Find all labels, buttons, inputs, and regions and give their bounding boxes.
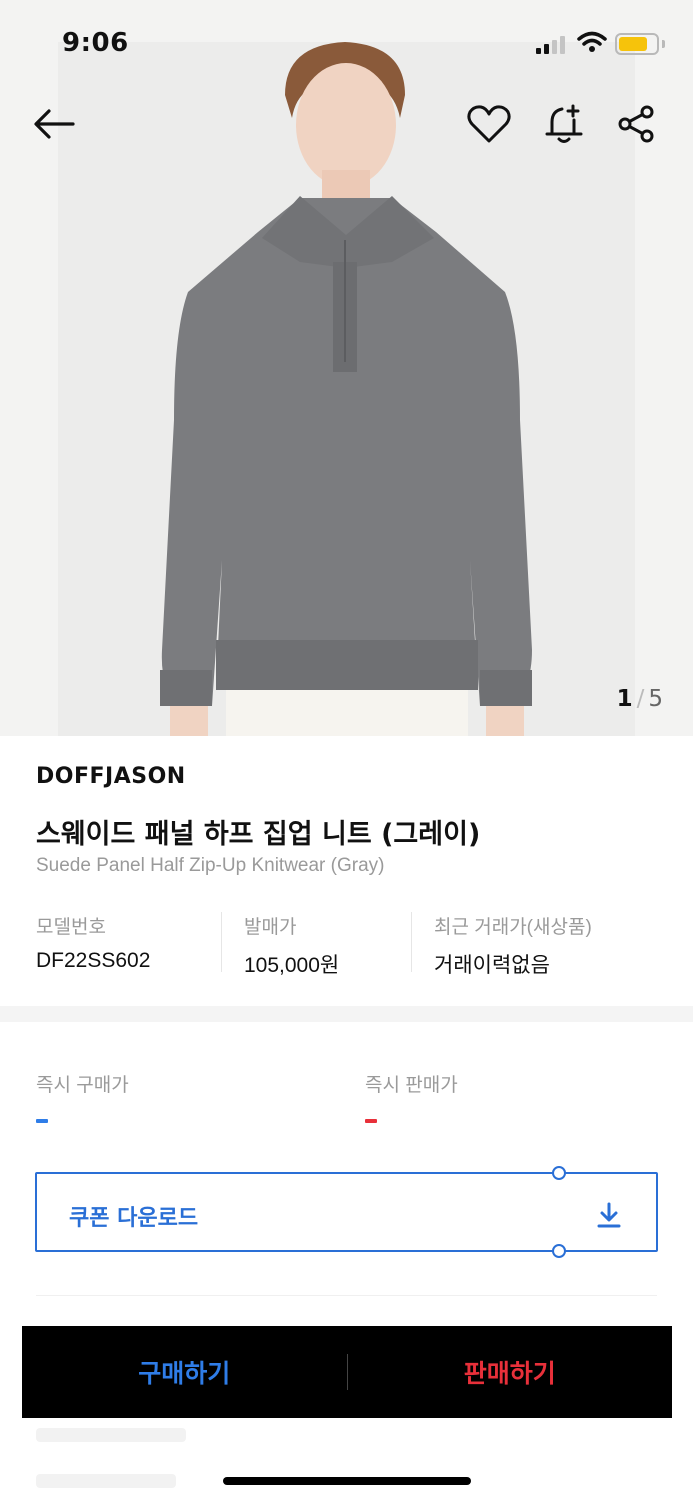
- section-divider: [0, 1006, 693, 1022]
- spec-label: 모델번호: [36, 917, 106, 938]
- battery-icon: [615, 33, 659, 55]
- signal-icon: [536, 36, 568, 54]
- battery-tip: [662, 40, 665, 48]
- coupon-notch-top: [552, 1166, 566, 1180]
- notification-button[interactable]: [540, 100, 588, 148]
- spec-label: 최근 거래가(새상품): [434, 917, 592, 938]
- spec-label: 발매가: [244, 917, 297, 938]
- instant-buy-value-empty: [36, 1119, 48, 1123]
- coupon-download-button[interactable]: 쿠폰 다운로드: [35, 1166, 658, 1258]
- home-indicator[interactable]: [223, 1477, 471, 1485]
- spec-recent-price: 최근 거래가(새상품) 거래이력없음: [411, 912, 660, 977]
- coupon-notch-bottom: [552, 1244, 566, 1258]
- spec-value: 105,000원: [244, 954, 340, 977]
- back-button[interactable]: [30, 100, 78, 148]
- share-button[interactable]: [612, 100, 660, 148]
- instant-sell-price: 즉시 판매가: [365, 1070, 458, 1123]
- instant-buy-label: 즉시 구매가: [36, 1075, 129, 1096]
- heart-icon: [467, 105, 511, 143]
- status-time: 9:06: [62, 28, 129, 58]
- download-icon: [597, 1202, 621, 1228]
- sell-button[interactable]: 판매하기: [348, 1326, 673, 1418]
- image-current: 1: [616, 686, 633, 712]
- product-title-ko: 스웨이드 패널 하프 집업 니트 (그레이): [36, 819, 481, 850]
- product-title-en: Suede Panel Half Zip-Up Knitwear (Gray): [36, 855, 385, 876]
- spec-row: 모델번호 DF22SS602 발매가 105,000원 최근 거래가(새상품) …: [36, 912, 660, 977]
- image-counter: 1/5: [617, 686, 663, 712]
- action-bar: 구매하기 판매하기: [22, 1326, 672, 1418]
- status-bar: 9:06: [0, 0, 693, 90]
- spec-release-price: 발매가 105,000원: [221, 912, 411, 977]
- bell-plus-icon: [545, 104, 583, 143]
- instant-sell-value-empty: [365, 1119, 377, 1123]
- spec-model: 모델번호 DF22SS602: [36, 912, 221, 972]
- faded-content-row: [36, 1428, 186, 1442]
- back-arrow-icon: [34, 109, 75, 139]
- image-separator: /: [636, 686, 645, 712]
- content-divider: [36, 1295, 657, 1296]
- product-photo: [160, 42, 532, 736]
- wifi-icon: [577, 31, 607, 52]
- wishlist-button[interactable]: [465, 100, 513, 148]
- instant-buy-price: 즉시 구매가: [36, 1070, 129, 1123]
- share-icon: [618, 105, 654, 143]
- brand-name[interactable]: DOFFJASON: [36, 764, 186, 789]
- instant-sell-label: 즉시 판매가: [365, 1075, 458, 1096]
- coupon-label: 쿠폰 다운로드: [69, 1206, 199, 1231]
- buy-button[interactable]: 구매하기: [22, 1326, 347, 1418]
- faded-content-row: [36, 1474, 176, 1488]
- spec-value: 거래이력없음: [434, 954, 550, 977]
- spec-value: DF22SS602: [36, 949, 151, 972]
- image-total: 5: [648, 686, 663, 712]
- product-image[interactable]: [0, 0, 693, 736]
